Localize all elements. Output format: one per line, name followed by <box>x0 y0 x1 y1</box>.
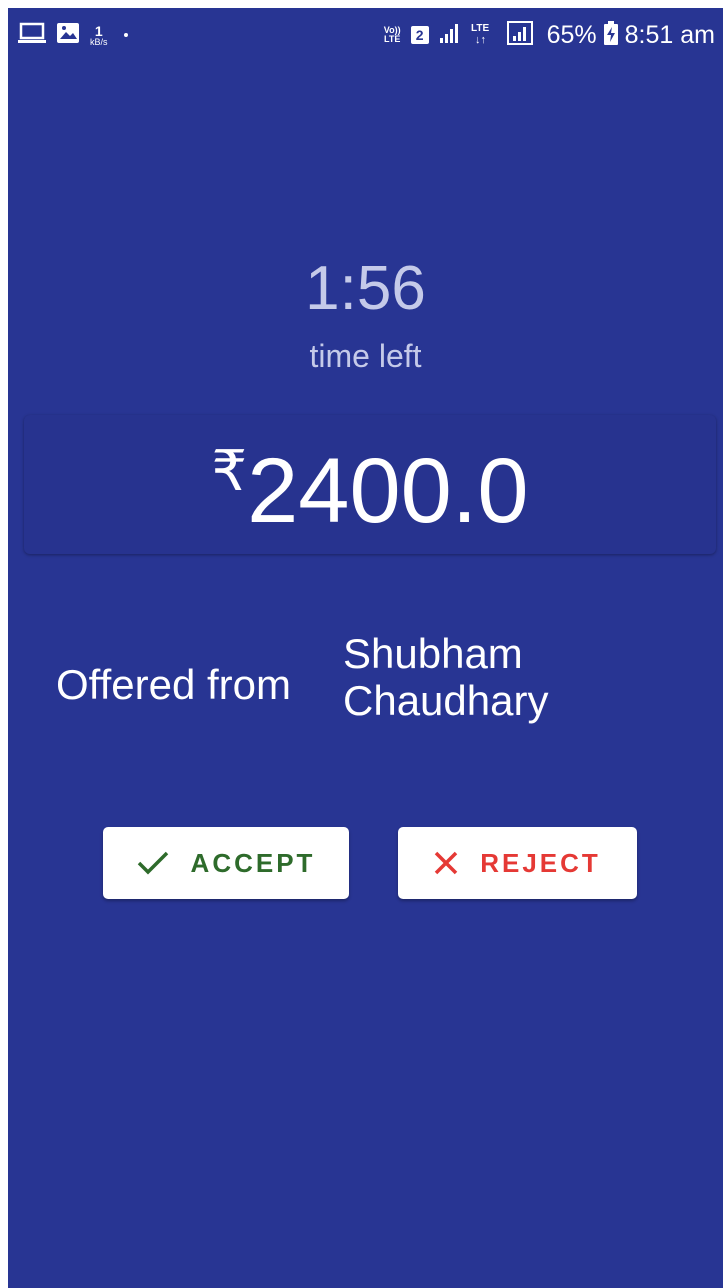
laptop-icon <box>18 22 46 49</box>
svg-text:↓↑: ↓↑ <box>475 34 486 45</box>
network-speed-unit: kB/s <box>90 36 108 47</box>
close-icon <box>434 851 458 875</box>
offer-amount: ₹2400.0 <box>24 443 716 538</box>
sender-name: Shubham Chaudhary <box>343 630 549 725</box>
offer-screen: 1 kB/s Vo)) LTE 2 LTE ↓↑ 65% 8:51 am 1:5… <box>8 8 723 1288</box>
status-clock: 8:51 am <box>624 20 715 49</box>
network-speed: 1 kB/s <box>90 24 108 47</box>
image-icon <box>56 22 80 49</box>
time-left-label: time left <box>309 338 422 374</box>
signal-icon <box>439 22 461 49</box>
offer-amount-card: ₹2400.0 <box>24 415 716 554</box>
check-icon <box>137 850 169 876</box>
countdown-timer: 1:56 <box>305 254 426 323</box>
accept-button-label: ACCEPT <box>190 847 316 878</box>
accept-button[interactable]: ACCEPT <box>103 827 349 899</box>
status-bar: 1 kB/s Vo)) LTE 2 LTE ↓↑ 65% 8:51 am <box>8 8 723 62</box>
sim2-signal-icon <box>506 20 533 50</box>
battery-percent: 65% <box>546 20 597 49</box>
reject-button-label: REJECT <box>480 847 601 878</box>
currency-symbol: ₹ <box>211 439 248 502</box>
lte-signal-icon: LTE ↓↑ <box>471 21 497 50</box>
volte-bottom: LTE <box>384 34 401 44</box>
svg-text:LTE: LTE <box>471 23 489 34</box>
network-speed-value: 1 <box>94 22 103 39</box>
reject-button[interactable]: REJECT <box>398 827 637 899</box>
notification-dot <box>123 33 128 37</box>
status-bar-left: 1 kB/s <box>18 20 128 50</box>
status-bar-right: Vo)) LTE 2 LTE ↓↑ 65% 8:51 am <box>384 18 715 52</box>
offered-from-label: Offered from <box>56 661 291 708</box>
volte-indicator: Vo)) LTE <box>384 26 401 44</box>
offer-amount-value: 2400.0 <box>247 440 529 542</box>
battery-icon <box>603 20 619 50</box>
sim-slot-badge: 2 <box>410 26 429 44</box>
